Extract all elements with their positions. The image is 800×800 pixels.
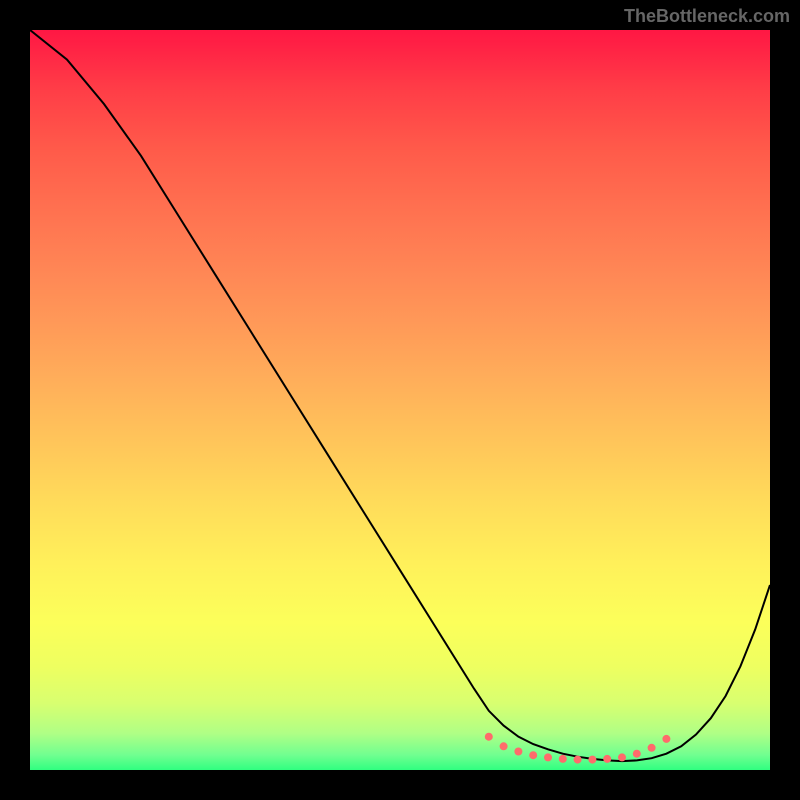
- marker-dot: [485, 733, 493, 741]
- marker-dot: [603, 755, 611, 763]
- marker-dot: [574, 756, 582, 764]
- curve-line: [30, 30, 770, 761]
- marker-dot: [529, 751, 537, 759]
- marker-dot: [500, 742, 508, 750]
- chart-svg: [30, 30, 770, 770]
- marker-dot: [618, 753, 626, 761]
- marker-dot: [648, 744, 656, 752]
- marker-dot: [559, 755, 567, 763]
- marker-dot: [588, 756, 596, 764]
- marker-dot: [662, 735, 670, 743]
- marker-dot: [514, 748, 522, 756]
- watermark-text: TheBottleneck.com: [624, 6, 790, 27]
- marker-dot: [633, 750, 641, 758]
- marker-dot: [544, 753, 552, 761]
- chart-container: [30, 30, 770, 770]
